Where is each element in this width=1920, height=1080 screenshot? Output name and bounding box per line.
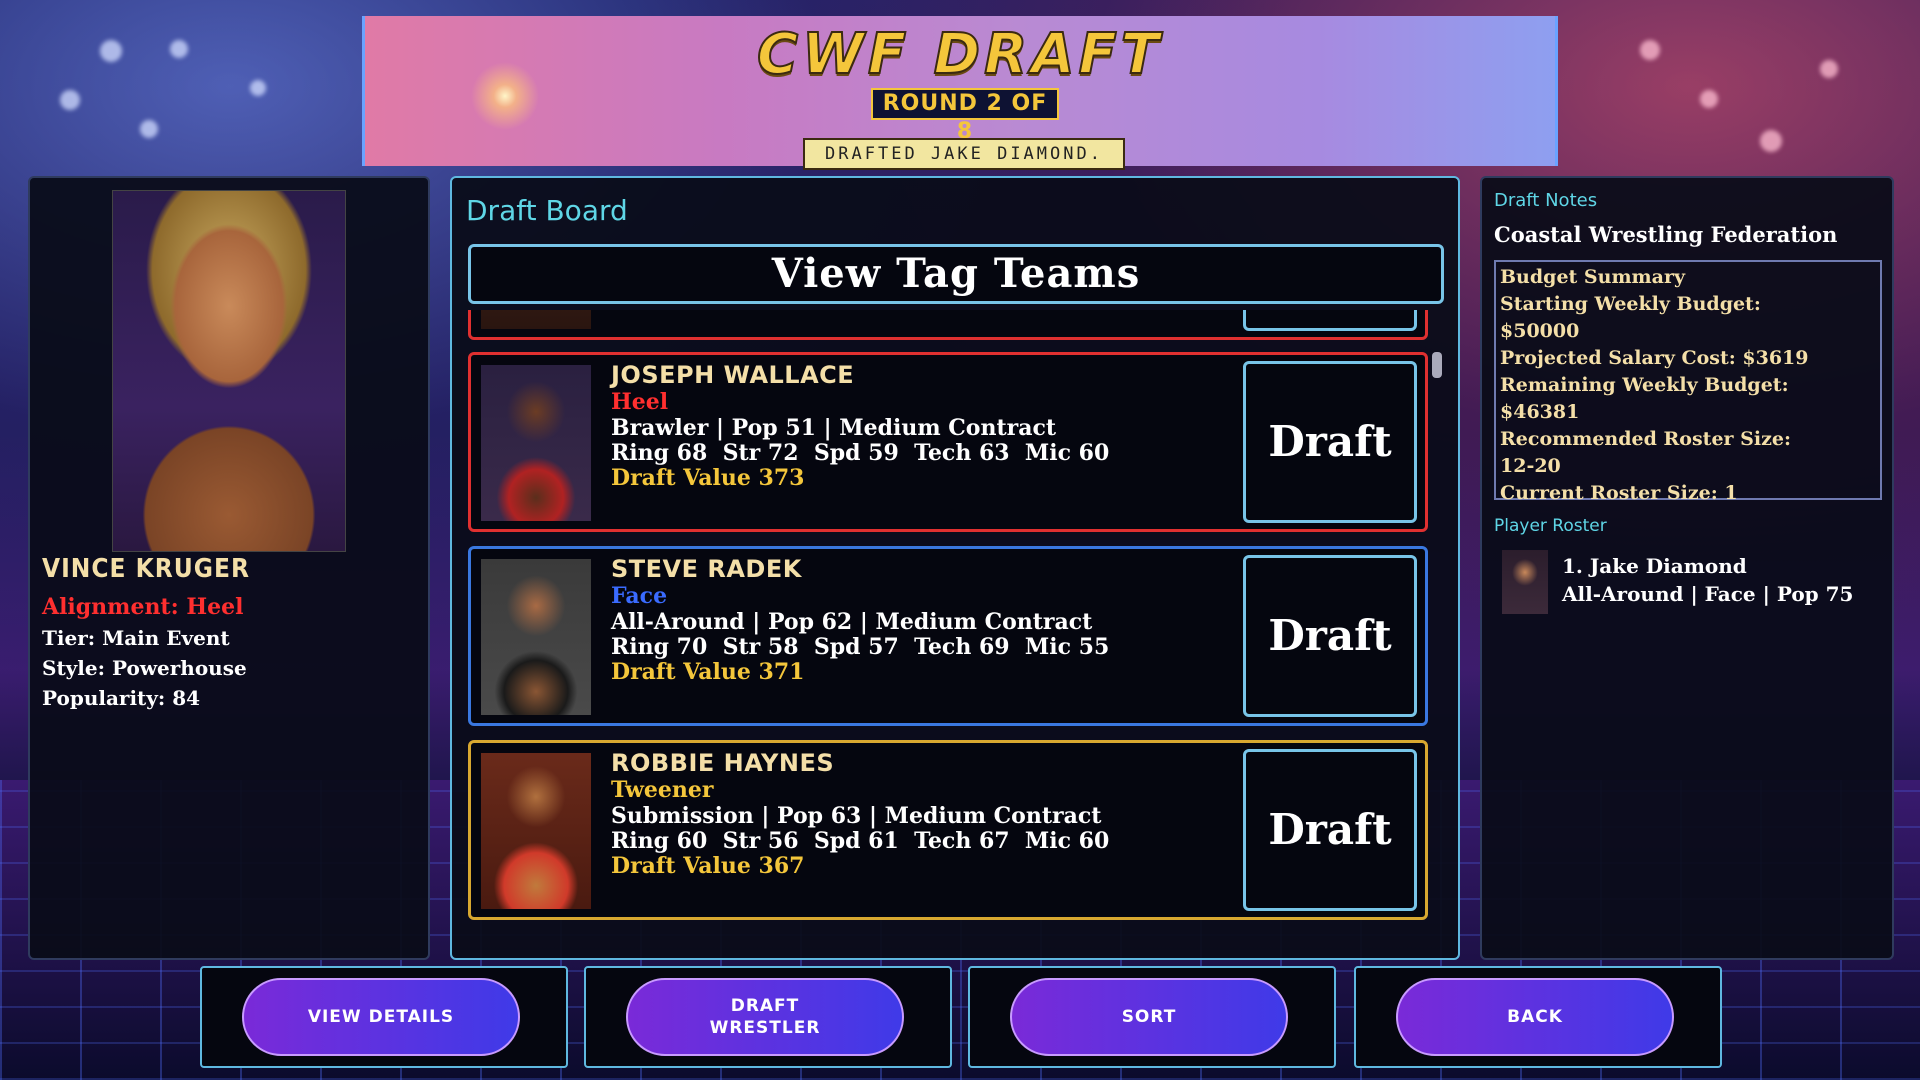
back-slot: BACK <box>1354 966 1722 1068</box>
draft-notes-title: Draft Notes <box>1494 190 1598 211</box>
sort-slot: SORT <box>968 966 1336 1068</box>
wrestler-card: JOSEPH WALLACE Heel Brawler | Pop 51 | M… <box>468 352 1428 532</box>
stage-light <box>140 120 158 138</box>
status-message: DRAFTED JAKE DIAMOND. <box>803 138 1125 170</box>
wrestler-name: VINCE KRUGER <box>42 554 250 584</box>
draft-button[interactable]: Draft <box>1243 361 1417 523</box>
remaining-budget-value: $46381 <box>1500 401 1580 423</box>
wrestler-info: Submission | Pop 63 | Medium Contract <box>611 803 1102 829</box>
wrestler-stats: Ring 68 Str 72 Spd 59 Tech 63 Mic 60 <box>611 440 1110 466</box>
wrestler-name: STEVE RADEK <box>611 555 802 583</box>
stage-light <box>1640 40 1660 60</box>
stage-light <box>1820 60 1838 78</box>
federation-name: Coastal Wrestling Federation <box>1494 222 1838 247</box>
roster-entry-name: 1. Jake Diamond <box>1562 554 1747 578</box>
budget-heading: Budget Summary <box>1500 266 1686 288</box>
draft-button[interactable]: Draft <box>1243 749 1417 911</box>
wrestler-portrait <box>112 190 346 552</box>
stage-light <box>250 80 266 96</box>
draft-value: Draft Value 373 <box>611 465 805 491</box>
draft-wrestler-slot: DRAFT WRESTLER <box>584 966 952 1068</box>
current-roster-size: Current Roster Size: 1 <box>1500 482 1738 504</box>
budget-summary: Budget Summary Starting Weekly Budget: $… <box>1494 260 1882 504</box>
wrestler-thumbnail <box>481 753 591 909</box>
selected-wrestler-panel: VINCE KRUGER Alignment: Heel Tier: Main … <box>28 176 430 960</box>
starting-budget-label: Starting Weekly Budget: <box>1500 293 1761 315</box>
player-roster-title: Player Roster <box>1494 516 1607 536</box>
back-button[interactable]: BACK <box>1396 978 1674 1056</box>
remaining-budget-label: Remaining Weekly Budget: <box>1500 374 1789 396</box>
wrestler-thumbnail <box>481 559 591 715</box>
wrestler-style: Style: Powerhouse <box>42 656 247 680</box>
draft-button[interactable] <box>1243 310 1417 331</box>
wrestler-thumbnail <box>481 365 591 521</box>
page-title: CWF DRAFT <box>756 21 1163 88</box>
draft-button[interactable]: Draft <box>1243 555 1417 717</box>
wrestler-thumbnail <box>481 310 591 329</box>
wrestler-card: ROBBIE HAYNES Tweener Submission | Pop 6… <box>468 740 1428 920</box>
view-tag-teams-button[interactable]: View Tag Teams <box>468 244 1444 304</box>
wrestler-alignment: Alignment: Heel <box>42 594 244 620</box>
sort-button[interactable]: SORT <box>1010 978 1288 1056</box>
projected-salary: Projected Salary Cost: $3619 <box>1500 347 1809 369</box>
header-banner: CWF DRAFT ROUND 2 OF 8 DRAFTED JAKE DIAM… <box>362 16 1558 170</box>
wrestler-stats: Ring 70 Str 58 Spd 57 Tech 69 Mic 55 <box>611 634 1110 660</box>
recommended-size-label: Recommended Roster Size: <box>1500 428 1791 450</box>
draft-board-panel: Draft Board View Tag Teams JOSEPH WALLAC… <box>450 176 1460 960</box>
stage-light <box>1700 90 1718 108</box>
draft-wrestler-button[interactable]: DRAFT WRESTLER <box>626 978 904 1056</box>
wrestler-popularity: Popularity: 84 <box>42 686 201 710</box>
wrestler-alignment: Tweener <box>611 777 714 803</box>
stage-light <box>170 40 188 58</box>
wrestler-name: JOSEPH WALLACE <box>611 361 855 389</box>
draft-board-title: Draft Board <box>466 194 628 227</box>
recommended-size-value: 12-20 <box>1500 455 1561 477</box>
wrestler-name: ROBBIE HAYNES <box>611 749 835 777</box>
round-indicator: ROUND 2 OF 8 <box>871 88 1059 144</box>
starting-budget-value: $50000 <box>1500 320 1580 342</box>
view-details-slot: VIEW DETAILS <box>200 966 568 1068</box>
stage-light <box>100 40 122 62</box>
wrestler-card: STEVE RADEK Face All-Around | Pop 62 | M… <box>468 546 1428 726</box>
stage-light <box>60 90 80 110</box>
list-scrollbar[interactable] <box>1432 352 1442 378</box>
draft-value: Draft Value 371 <box>611 659 805 685</box>
wrestler-info: Brawler | Pop 51 | Medium Contract <box>611 415 1057 441</box>
draft-list[interactable]: JOSEPH WALLACE Heel Brawler | Pop 51 | M… <box>468 310 1444 950</box>
wrestler-stats: Ring 60 Str 56 Spd 61 Tech 67 Mic 60 <box>611 828 1110 854</box>
wrestler-card-partial <box>468 310 1428 340</box>
roster-avatar <box>1502 550 1548 614</box>
draft-wrestler-label-line2: WRESTLER <box>709 1018 821 1038</box>
wrestler-alignment: Heel <box>611 389 669 415</box>
wrestler-tier: Tier: Main Event <box>42 626 230 650</box>
wrestler-alignment: Face <box>611 583 668 609</box>
draft-notes-panel: Draft Notes Coastal Wrestling Federation… <box>1480 176 1894 960</box>
draft-wrestler-label-line1: DRAFT <box>730 996 800 1016</box>
stage-light <box>1760 130 1782 152</box>
wrestler-info: All-Around | Pop 62 | Medium Contract <box>611 609 1093 635</box>
view-details-button[interactable]: VIEW DETAILS <box>242 978 520 1056</box>
draft-value: Draft Value 367 <box>611 853 805 879</box>
roster-entry-details: All-Around | Face | Pop 75 <box>1562 582 1854 606</box>
